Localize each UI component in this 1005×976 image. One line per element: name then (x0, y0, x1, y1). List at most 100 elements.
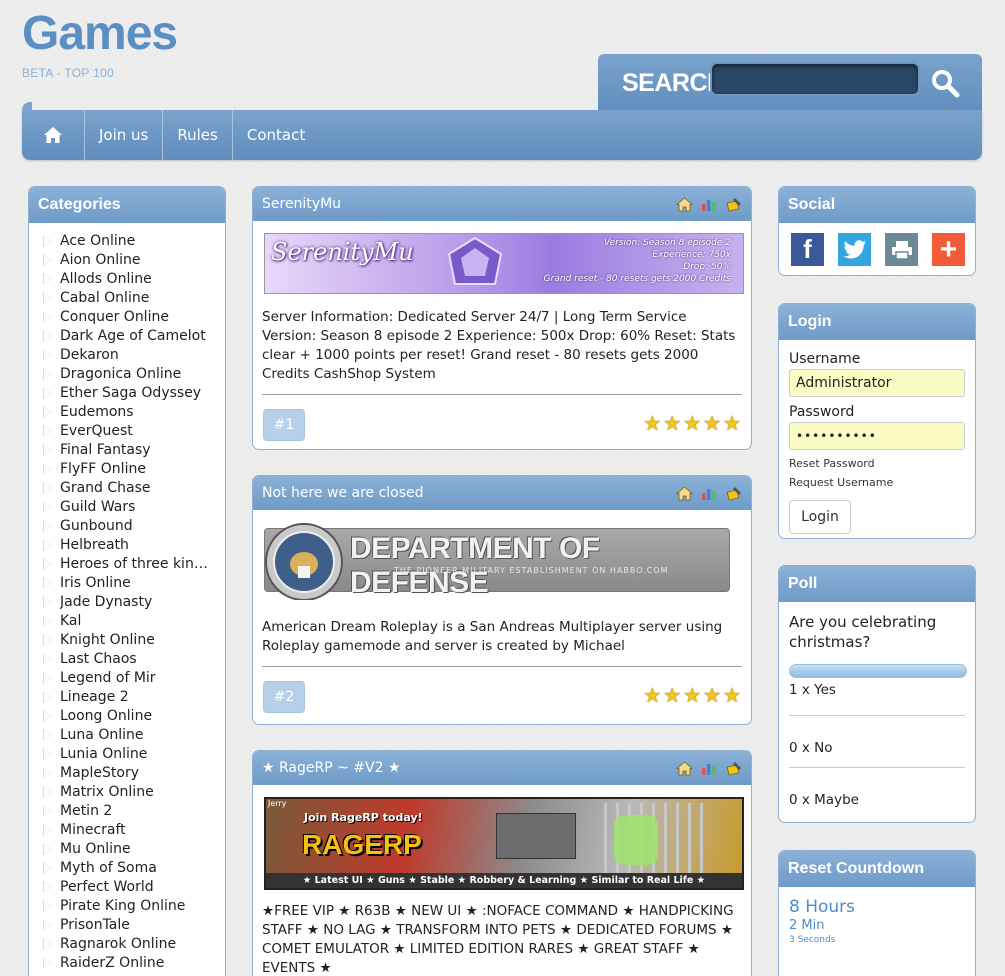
nav-home[interactable] (22, 110, 85, 160)
search-button[interactable] (930, 68, 962, 98)
category-label: Aion Online (60, 251, 141, 268)
username-field[interactable]: Administrator (789, 369, 965, 397)
category-item[interactable]: FlyFF Online (43, 459, 225, 478)
login-button[interactable]: Login (789, 500, 851, 534)
reset-password-link[interactable]: Reset Password (789, 454, 965, 473)
category-label: Kal (60, 612, 82, 629)
category-label: Minecraft (60, 821, 126, 838)
triangle-bullet-icon (43, 880, 52, 893)
category-item[interactable]: Luna Online (43, 725, 225, 744)
category-item[interactable]: Final Fantasy (43, 440, 225, 459)
server-name[interactable]: ★ RageRP ~ #V2 ★ (262, 760, 401, 776)
category-label: Grand Chase (60, 479, 151, 496)
request-username-link[interactable]: Request Username (789, 473, 965, 492)
category-item[interactable]: Ragnarok Online (43, 934, 225, 953)
plus-icon[interactable]: + (932, 233, 965, 266)
category-item[interactable]: Dragonica Online (43, 364, 225, 383)
category-item[interactable]: Metin 2 (43, 801, 225, 820)
category-item[interactable]: Lineage 2 (43, 687, 225, 706)
category-item[interactable]: Last Chaos (43, 649, 225, 668)
category-item[interactable]: Matrix Online (43, 782, 225, 801)
category-item[interactable]: Conquer Online (43, 307, 225, 326)
website-icon[interactable] (676, 485, 693, 501)
category-item[interactable]: Perfect World (43, 877, 225, 896)
category-item[interactable]: Grand Chase (43, 478, 225, 497)
site-logo[interactable]: Games BETA - TOP 100 (22, 7, 178, 81)
category-item[interactable]: Dark Age of Camelot (43, 326, 225, 345)
category-item[interactable]: Guild Wars (43, 497, 225, 516)
poll-progress-fill (790, 665, 966, 677)
home-icon (44, 127, 62, 143)
website-icon[interactable] (676, 760, 693, 776)
vote-icon[interactable] (726, 486, 743, 501)
triangle-bullet-icon (43, 386, 52, 399)
vote-icon[interactable] (726, 761, 743, 776)
category-item[interactable]: Knight Online (43, 630, 225, 649)
main-nav: Join us Rules Contact (22, 102, 982, 160)
stats-icon[interactable] (701, 486, 718, 501)
category-label: Ether Saga Odyssey (60, 384, 202, 401)
category-item[interactable]: Legend of Mir (43, 668, 225, 687)
category-item[interactable]: Jade Dynasty (43, 592, 225, 611)
category-label: Gunbound (60, 517, 133, 534)
server-banner[interactable]: Jerry Join RageRP today! RAGERP ★ Latest… (264, 797, 744, 890)
search-input[interactable] (710, 62, 920, 96)
category-item[interactable]: Mu Online (43, 839, 225, 858)
stats-icon[interactable] (701, 197, 718, 212)
category-item[interactable]: Helbreath (43, 535, 225, 554)
category-label: Allods Online (60, 270, 152, 287)
twitter-icon[interactable] (838, 233, 871, 266)
category-item[interactable]: Aion Online (43, 250, 225, 269)
server-name[interactable]: Not here we are closed (262, 485, 424, 501)
category-label: Myth of Soma (60, 859, 157, 876)
category-label: Eudemons (60, 403, 134, 420)
countdown-panel: Reset Countdown 8 Hours 2 Min 3 Seconds (778, 850, 976, 976)
nav-contact[interactable]: Contact (233, 110, 319, 160)
stats-icon[interactable] (701, 761, 718, 776)
facebook-icon[interactable]: f (791, 233, 824, 266)
category-label: Dekaron (60, 346, 119, 363)
category-item[interactable]: Heroes of three kingd… (43, 554, 225, 573)
category-item[interactable]: Kal (43, 611, 225, 630)
vote-icon[interactable] (726, 197, 743, 212)
nav-rules[interactable]: Rules (163, 110, 233, 160)
server-banner[interactable]: DEPARTMENT OF DEFENSE THE PIONEER MILITA… (264, 522, 744, 600)
poll-question: Are you celebrating christmas? (789, 613, 937, 651)
category-item[interactable]: Allods Online (43, 269, 225, 288)
website-icon[interactable] (676, 196, 693, 212)
category-item[interactable]: Ace Online (43, 231, 225, 250)
rank-badge[interactable]: #2 (263, 681, 305, 713)
site-title: Games (22, 7, 178, 60)
category-item[interactable]: EverQuest (43, 421, 225, 440)
category-item[interactable]: Eudemons (43, 402, 225, 421)
category-item[interactable]: Dekaron (43, 345, 225, 364)
nav-join-us[interactable]: Join us (85, 110, 164, 160)
category-item[interactable]: RaiderZ Online (43, 953, 225, 972)
category-label: Iris Online (60, 574, 131, 591)
category-item[interactable]: Pirate King Online (43, 896, 225, 915)
category-item[interactable]: Gunbound (43, 516, 225, 535)
category-item[interactable]: Cabal Online (43, 288, 225, 307)
category-item[interactable]: Loong Online (43, 706, 225, 725)
category-item[interactable]: MapleStory (43, 763, 225, 782)
category-item[interactable]: PrisonTale (43, 915, 225, 934)
print-icon[interactable] (885, 233, 918, 266)
category-item[interactable]: Iris Online (43, 573, 225, 592)
triangle-bullet-icon (43, 918, 52, 931)
banner-info: Version: Season 8 episode 2 Experience: … (544, 237, 731, 285)
star-icon: ★ (703, 411, 722, 435)
countdown-minutes: 2 Min (789, 918, 825, 933)
social-title: Social (779, 187, 975, 223)
server-name[interactable]: SerenityMu (262, 196, 341, 212)
password-field[interactable]: •••••••••• (789, 422, 965, 450)
rank-badge[interactable]: #1 (263, 409, 305, 441)
server-banner[interactable]: SerenityMu Version: Season 8 episode 2 E… (264, 233, 744, 294)
countdown-hours: 8 Hours (789, 897, 856, 917)
categories-panel: Categories Ace Online Aion Online Allods O… (28, 186, 226, 976)
category-item[interactable]: Ether Saga Odyssey (43, 383, 225, 402)
category-item[interactable]: Minecraft (43, 820, 225, 839)
category-item[interactable]: Lunia Online (43, 744, 225, 763)
category-item[interactable]: Myth of Soma (43, 858, 225, 877)
password-label: Password (789, 404, 855, 420)
category-label: Final Fantasy (60, 441, 151, 458)
